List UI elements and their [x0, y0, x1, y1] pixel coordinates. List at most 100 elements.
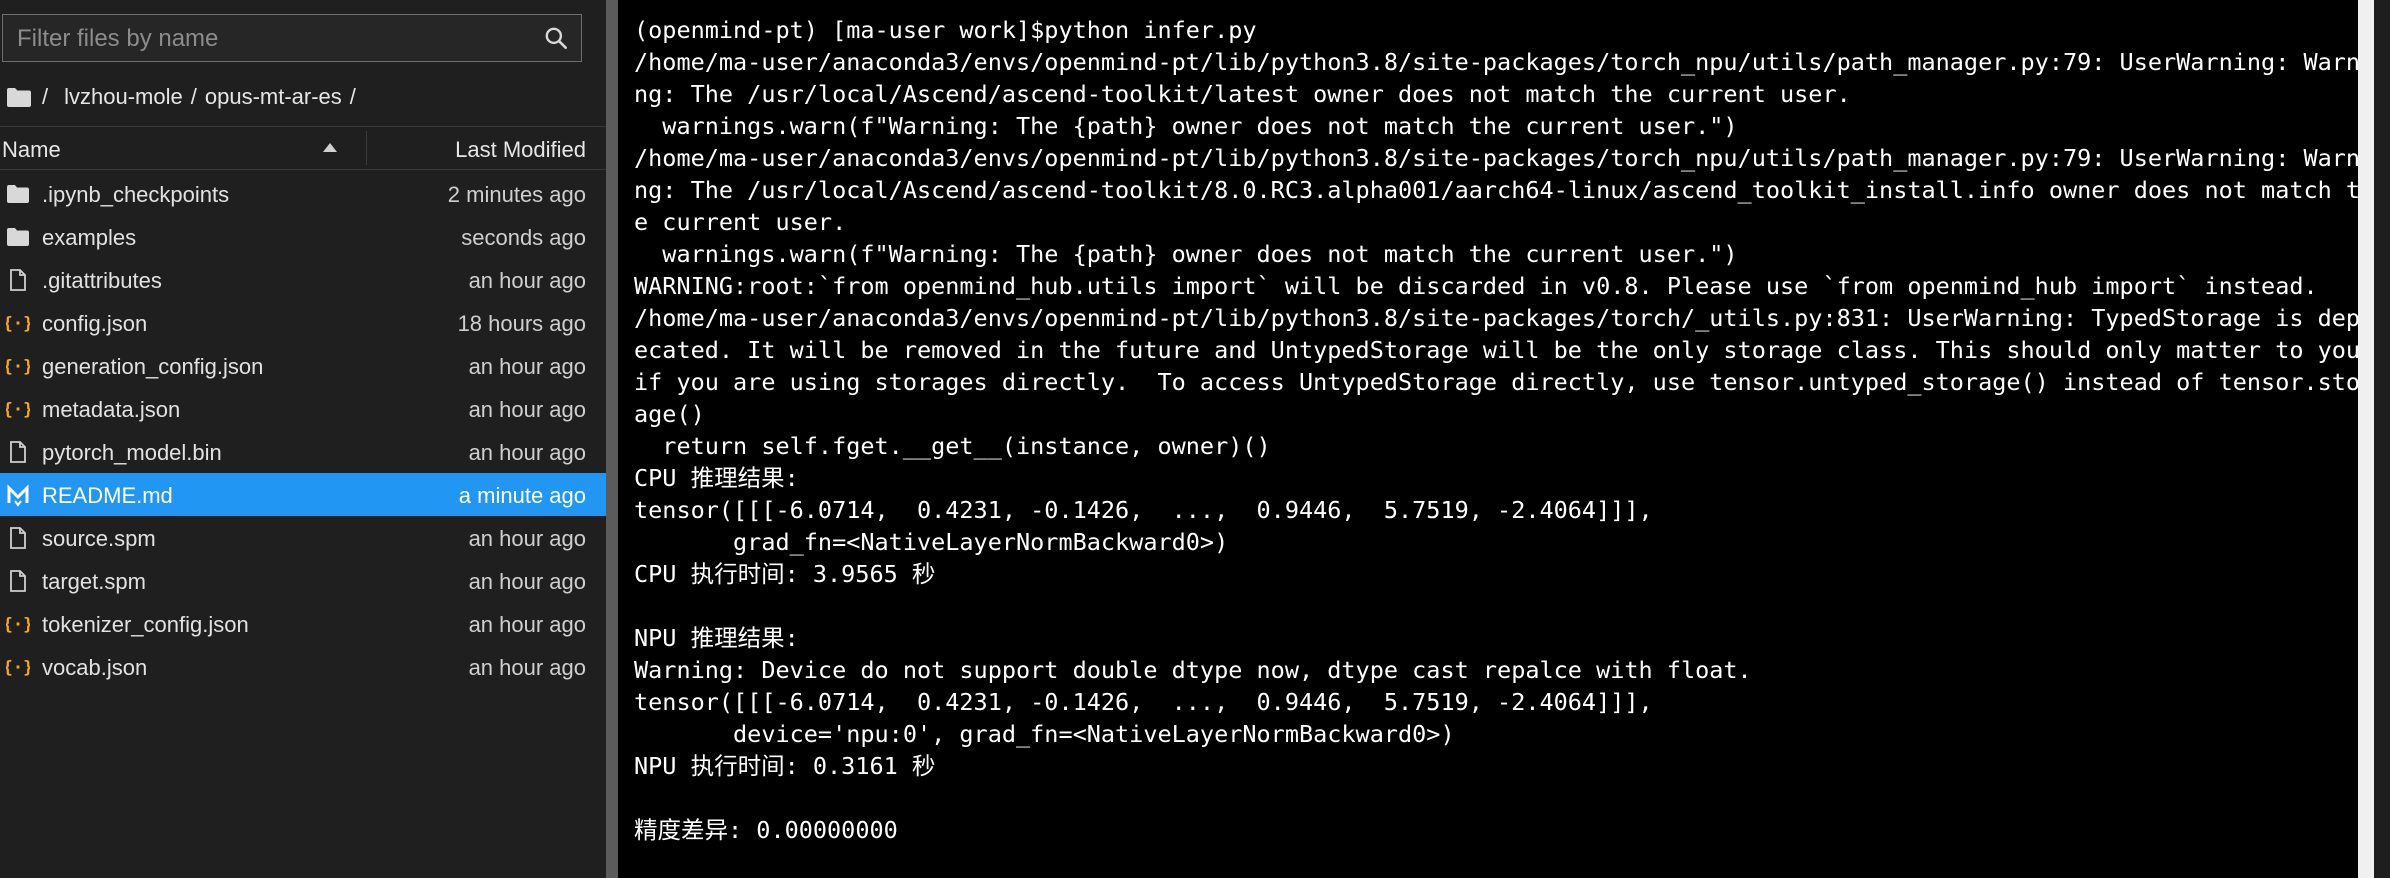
- terminal-line: return self.fget.__get__(instance, owner…: [634, 432, 1271, 460]
- json-icon: {·}: [3, 311, 34, 335]
- file-row[interactable]: {·} vocab.json an hour ago: [0, 645, 606, 688]
- file-name: .ipynb_checkpoints: [42, 182, 230, 207]
- terminal-line: CPU 执行时间: 3.9565 秒: [634, 560, 936, 588]
- terminal-line: if you are using storages directly. To a…: [634, 368, 2375, 396]
- terminal-line: ecated. It will be removed in the future…: [634, 336, 2361, 364]
- column-divider[interactable]: [366, 131, 367, 165]
- search-icon[interactable]: [543, 25, 569, 51]
- file-last-modified: an hour ago: [468, 526, 586, 551]
- terminal-line: grad_fn=<NativeLayerNormBackward0>): [634, 528, 1229, 556]
- file-name: target.spm: [42, 569, 146, 594]
- file-last-modified: an hour ago: [468, 612, 586, 637]
- file-icon: [6, 440, 30, 464]
- breadcrumb-separator: /: [190, 84, 197, 109]
- file-last-modified: an hour ago: [468, 354, 586, 379]
- svg-text:{·}: {·}: [6, 400, 30, 420]
- file-row[interactable]: pytorch_model.bin an hour ago: [0, 430, 606, 473]
- terminal-output: (openmind-pt) [ma-user work]$python infe…: [634, 14, 2374, 846]
- file-icon: [6, 526, 30, 550]
- terminal-line: ng: The /usr/local/Ascend/ascend-toolkit…: [634, 176, 2375, 204]
- file-name: generation_config.json: [42, 354, 264, 379]
- file-name: examples: [42, 225, 137, 250]
- file-row[interactable]: {·} metadata.json an hour ago: [0, 387, 606, 430]
- file-last-modified: an hour ago: [468, 440, 586, 465]
- terminal-scrollbar[interactable]: [2358, 0, 2374, 878]
- terminal-line: e current user.: [634, 208, 847, 236]
- sort-ascending-icon[interactable]: [323, 143, 337, 152]
- file-name: .gitattributes: [42, 268, 162, 293]
- filter-files-input[interactable]: [15, 15, 519, 62]
- terminal-line: (openmind-pt) [ma-user work]$python infe…: [634, 16, 1257, 44]
- folder-icon: [6, 182, 30, 206]
- panel-splitter[interactable]: [606, 0, 618, 878]
- file-name: README.md: [42, 483, 173, 508]
- terminal-line: /home/ma-user/anaconda3/envs/openmind-pt…: [634, 304, 2375, 332]
- svg-text:{·}: {·}: [6, 357, 30, 377]
- file-name: pytorch_model.bin: [42, 440, 222, 465]
- terminal-line: Warning: Device do not support double dt…: [634, 656, 1752, 684]
- json-icon: {·}: [3, 655, 34, 679]
- terminal-line: /home/ma-user/anaconda3/envs/openmind-pt…: [634, 144, 2375, 172]
- svg-text:{·}: {·}: [6, 615, 30, 635]
- filter-box[interactable]: [2, 14, 582, 62]
- file-row[interactable]: .ipynb_checkpoints 2 minutes ago: [0, 172, 606, 215]
- terminal-line: tensor([[[-6.0714, 0.4231, -0.1426, ...,…: [634, 688, 1653, 716]
- markdown-icon: [6, 483, 30, 507]
- breadcrumb-part-lvzhou-mole[interactable]: lvzhou-mole: [64, 84, 183, 110]
- file-last-modified: 18 hours ago: [457, 311, 586, 336]
- file-last-modified: a minute ago: [458, 483, 586, 508]
- file-icon: [6, 569, 30, 593]
- terminal-line: device='npu:0', grad_fn=<NativeLayerNorm…: [634, 720, 1455, 748]
- file-list: .ipynb_checkpoints 2 minutes ago examples s…: [0, 172, 606, 688]
- file-row[interactable]: README.md a minute ago: [0, 473, 606, 516]
- breadcrumb-part-opus-mt-ar-es[interactable]: opus-mt-ar-es: [205, 84, 342, 110]
- file-last-modified: an hour ago: [468, 655, 586, 680]
- file-browser-panel: / lvzhou-mole / opus-mt-ar-es / Name Las…: [0, 0, 606, 878]
- terminal-line: warnings.warn(f"Warning: The {path} owne…: [634, 112, 1738, 140]
- file-last-modified: seconds ago: [461, 225, 586, 250]
- file-list-header: Name Last Modified: [0, 126, 606, 170]
- terminal-line: NPU 推理结果:: [634, 624, 799, 652]
- terminal-line: ng: The /usr/local/Ascend/ascend-toolkit…: [634, 80, 1851, 108]
- terminal-line: age(): [634, 400, 705, 428]
- terminal-line: tensor([[[-6.0714, 0.4231, -0.1426, ...,…: [634, 496, 1653, 524]
- file-last-modified: 2 minutes ago: [447, 182, 586, 207]
- column-header-last-modified[interactable]: Last Modified: [455, 137, 586, 163]
- json-icon: {·}: [3, 612, 34, 636]
- breadcrumb-trailing-slash: /: [349, 84, 356, 109]
- file-name: tokenizer_config.json: [42, 612, 249, 637]
- breadcrumb-root[interactable]: /: [42, 84, 48, 110]
- file-name: source.spm: [42, 526, 156, 551]
- terminal-line: 精度差异: 0.00000000: [634, 816, 898, 844]
- file-row[interactable]: target.spm an hour ago: [0, 559, 606, 602]
- file-row[interactable]: source.spm an hour ago: [0, 516, 606, 559]
- file-last-modified: an hour ago: [468, 268, 586, 293]
- json-icon: {·}: [3, 354, 34, 378]
- file-row[interactable]: .gitattributes an hour ago: [0, 258, 606, 301]
- column-header-name[interactable]: Name: [2, 137, 61, 163]
- file-row[interactable]: {·} generation_config.json an hour ago: [0, 344, 606, 387]
- terminal-line: /home/ma-user/anaconda3/envs/openmind-pt…: [634, 48, 2375, 76]
- folder-icon[interactable]: [6, 86, 32, 108]
- folder-icon: [6, 225, 30, 249]
- terminal-line: CPU 推理结果:: [634, 464, 799, 492]
- file-name: metadata.json: [42, 397, 181, 422]
- terminal[interactable]: (openmind-pt) [ma-user work]$python infe…: [618, 0, 2374, 878]
- svg-text:{·}: {·}: [6, 658, 30, 678]
- terminal-line: warnings.warn(f"Warning: The {path} owne…: [634, 240, 1738, 268]
- file-last-modified: an hour ago: [468, 569, 586, 594]
- file-name: vocab.json: [42, 655, 148, 680]
- breadcrumb: / lvzhou-mole / opus-mt-ar-es /: [6, 80, 364, 114]
- file-row[interactable]: {·} tokenizer_config.json an hour ago: [0, 602, 606, 645]
- terminal-line: WARNING:root:`from openmind_hub.utils im…: [634, 272, 2318, 300]
- terminal-line: NPU 执行时间: 0.3161 秒: [634, 752, 936, 780]
- file-row[interactable]: {·} config.json 18 hours ago: [0, 301, 606, 344]
- json-icon: {·}: [3, 397, 34, 421]
- svg-text:{·}: {·}: [6, 314, 30, 334]
- file-name: config.json: [42, 311, 148, 336]
- file-last-modified: an hour ago: [468, 397, 586, 422]
- file-row[interactable]: examples seconds ago: [0, 215, 606, 258]
- file-icon: [6, 268, 30, 292]
